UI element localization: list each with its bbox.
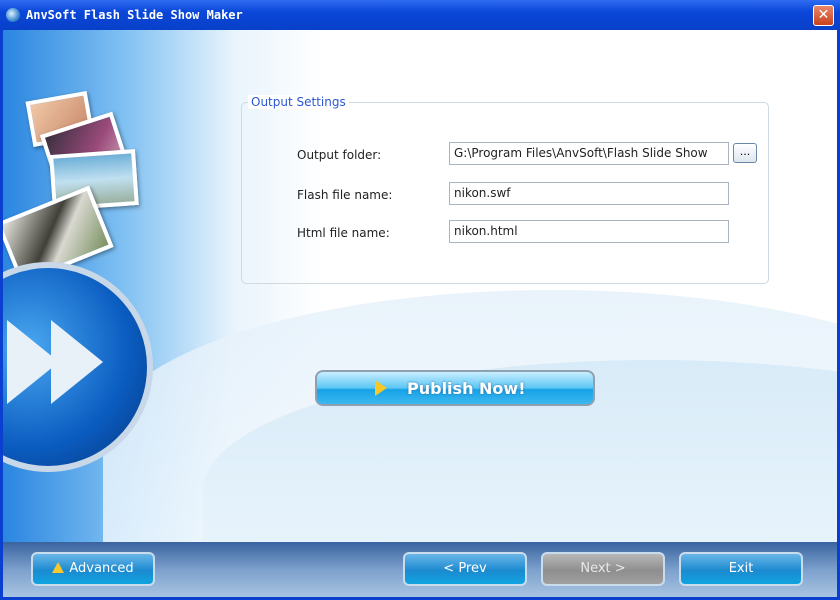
- prev-button[interactable]: < Prev: [403, 552, 527, 586]
- html-file-label: Html file name:: [297, 226, 390, 240]
- advanced-label: Advanced: [69, 561, 134, 576]
- exit-button[interactable]: Exit: [679, 552, 803, 586]
- play-icon: [375, 380, 387, 396]
- html-file-input[interactable]: nikon.html: [449, 220, 729, 243]
- close-button[interactable]: ✕: [813, 5, 834, 26]
- advanced-button[interactable]: Advanced: [31, 552, 155, 586]
- warning-triangle-icon: [52, 562, 65, 573]
- output-folder-input[interactable]: G:\Program Files\AnvSoft\Flash Slide Sho…: [449, 142, 729, 165]
- forward-arrow-icon: [51, 320, 103, 404]
- title-bar: AnvSoft Flash Slide Show Maker ✕: [0, 0, 840, 30]
- group-legend: Output Settings: [248, 95, 349, 109]
- app-icon: [6, 8, 20, 22]
- footer-bar: Advanced < Prev Next > Exit: [3, 542, 837, 597]
- browse-button[interactable]: ...: [733, 143, 757, 163]
- window-title: AnvSoft Flash Slide Show Maker: [26, 8, 243, 22]
- flash-file-label: Flash file name:: [297, 188, 393, 202]
- output-settings-group: Output Settings Output folder: G:\Progra…: [241, 95, 769, 284]
- wizard-body: Output Settings Output folder: G:\Progra…: [3, 30, 837, 597]
- next-button[interactable]: Next >: [541, 552, 665, 586]
- publish-label: Publish Now!: [407, 379, 526, 398]
- flash-file-input[interactable]: nikon.swf: [449, 182, 729, 205]
- output-folder-label: Output folder:: [297, 148, 382, 162]
- publish-now-button[interactable]: Publish Now!: [315, 370, 595, 406]
